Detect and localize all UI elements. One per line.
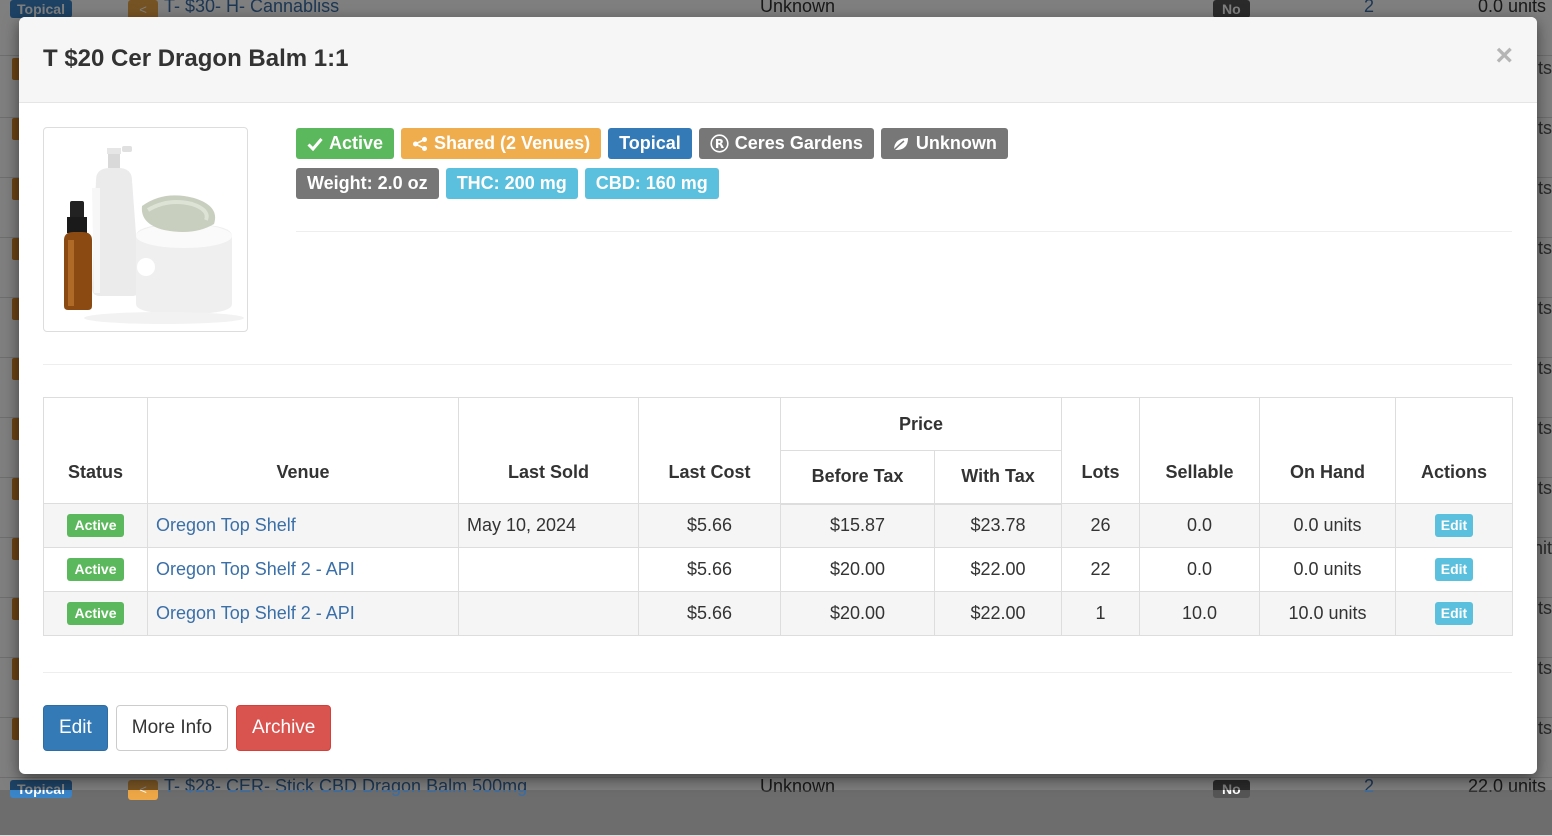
status-label: Active [296, 128, 395, 159]
divider [296, 231, 1512, 232]
edit-button[interactable]: Edit [43, 705, 108, 751]
archive-button[interactable]: Archive [236, 705, 332, 751]
divider [43, 364, 1512, 365]
venue-link[interactable]: Oregon Top Shelf 2 - API [156, 603, 355, 623]
check-icon [307, 137, 323, 151]
header-status: Status [43, 397, 148, 504]
status-badge: Active [67, 514, 124, 537]
more-info-button[interactable]: More Info [115, 705, 229, 751]
share-icon [413, 136, 428, 151]
on-hand-cell: 10.0 units [1259, 591, 1396, 636]
status-badge: Active [67, 558, 124, 581]
cbd-label: CBD: 160 mg [584, 168, 719, 199]
lots-cell: 26 [1061, 503, 1140, 548]
on-hand-cell: 0.0 units [1259, 547, 1396, 592]
sellable-cell: 10.0 [1139, 591, 1260, 636]
header-last-cost: Last Cost [638, 397, 781, 504]
lots-cell: 22 [1061, 547, 1140, 592]
venue-link[interactable]: Oregon Top Shelf [156, 515, 296, 535]
product-labels: Active Shared (2 Venues) Topical R Ceres… [296, 128, 1512, 208]
venues-table: Status Venue Last Sold Last Cost Price L… [43, 397, 1513, 636]
on-hand-cell: 0.0 units [1259, 503, 1396, 548]
lots-cell: 1 [1061, 591, 1140, 636]
thc-label: THC: 200 mg [445, 168, 578, 199]
row-edit-button[interactable]: Edit [1434, 602, 1474, 625]
leaf-icon [892, 137, 908, 152]
divider [43, 672, 1512, 673]
table-row: Active Oregon Top Shelf May 10, 2024 $5.… [43, 503, 1513, 548]
before-tax-cell: $20.00 [780, 591, 935, 636]
with-tax-cell: $22.00 [934, 591, 1062, 636]
header-on-hand: On Hand [1259, 397, 1396, 504]
sellable-cell: 0.0 [1139, 547, 1260, 592]
modal-footer: Edit More Info Archive [43, 705, 332, 751]
table-row: Active Oregon Top Shelf 2 - API $5.66 $2… [43, 591, 1513, 636]
category-label: Topical [608, 128, 692, 159]
header-with-tax: With Tax [934, 450, 1062, 505]
header-last-sold: Last Sold [458, 397, 639, 504]
last-sold-cell [458, 591, 639, 636]
shared-label: Shared (2 Venues) [401, 128, 602, 159]
brand-label: R Ceres Gardens [698, 128, 874, 159]
header-lots: Lots [1061, 397, 1140, 504]
last-cost-cell: $5.66 [638, 547, 781, 592]
modal-title: T $20 Cer Dragon Balm 1:1 [43, 45, 349, 72]
venue-link[interactable]: Oregon Top Shelf 2 - API [156, 559, 355, 579]
registered-icon: R [710, 134, 729, 153]
before-tax-cell: $15.87 [780, 503, 935, 548]
before-tax-cell: $20.00 [780, 547, 935, 592]
with-tax-cell: $22.00 [934, 547, 1062, 592]
last-cost-cell: $5.66 [638, 591, 781, 636]
with-tax-cell: $23.78 [934, 503, 1062, 548]
header-actions: Actions [1395, 397, 1513, 504]
modal-header: T $20 Cer Dragon Balm 1:1 × [19, 17, 1537, 103]
row-edit-button[interactable]: Edit [1434, 514, 1474, 537]
product-image [43, 127, 248, 332]
row-edit-button[interactable]: Edit [1434, 558, 1474, 581]
last-sold-cell: May 10, 2024 [458, 503, 639, 548]
sellable-cell: 0.0 [1139, 503, 1260, 548]
product-modal: T $20 Cer Dragon Balm 1:1 × Active Share… [19, 17, 1537, 774]
last-sold-cell [458, 547, 639, 592]
strain-label: Unknown [880, 128, 1008, 159]
status-badge: Active [67, 602, 124, 625]
weight-label: Weight: 2.0 oz [296, 168, 439, 199]
header-sellable: Sellable [1139, 397, 1260, 504]
header-price: Price [780, 397, 1062, 451]
header-venue: Venue [147, 397, 459, 504]
header-before-tax: Before Tax [780, 450, 935, 505]
table-row: Active Oregon Top Shelf 2 - API $5.66 $2… [43, 547, 1513, 592]
close-icon[interactable]: × [1495, 41, 1513, 71]
last-cost-cell: $5.66 [638, 503, 781, 548]
svg-text:R: R [715, 137, 724, 151]
